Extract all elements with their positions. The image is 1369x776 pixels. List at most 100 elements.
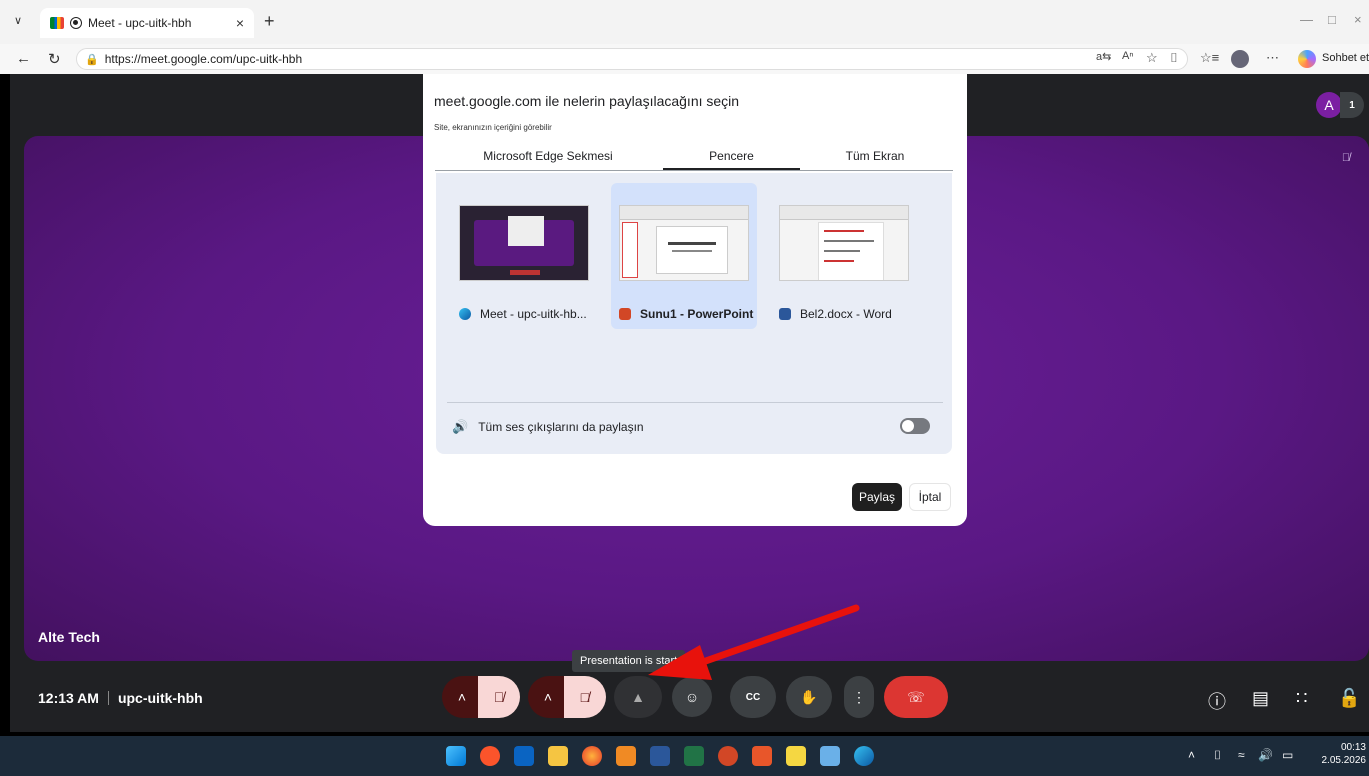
tab-entire-screen[interactable]: Tüm Ekran bbox=[815, 149, 935, 163]
meet-favicon-icon bbox=[50, 17, 64, 29]
profile-avatar-icon[interactable] bbox=[1231, 50, 1249, 68]
browser-tab-meet[interactable]: Meet - upc-uitk-hbh × bbox=[40, 8, 254, 38]
chat-icon[interactable]: ▤ bbox=[1252, 688, 1269, 709]
reactions-button[interactable]: ☺ bbox=[672, 677, 712, 717]
excel-icon[interactable] bbox=[684, 746, 704, 766]
more-vertical-icon: ⋮ bbox=[852, 688, 866, 705]
wifi-icon[interactable]: ≈ bbox=[1238, 748, 1245, 762]
back-icon[interactable]: ← bbox=[16, 50, 31, 67]
source-word-window[interactable]: Bel2.docx - Word bbox=[771, 183, 917, 329]
tray-mic-icon[interactable]: ⌷ bbox=[1214, 748, 1221, 763]
emoji-icon: ☺ bbox=[684, 689, 700, 705]
clock-time: 00:13 bbox=[1340, 742, 1366, 753]
hang-up-icon: ☏ bbox=[907, 688, 925, 705]
thumbnail-meet bbox=[459, 205, 589, 281]
more-options-icon[interactable]: ⋯ bbox=[1266, 50, 1279, 66]
activities-grid-icon[interactable]: ∷ bbox=[1296, 688, 1307, 709]
share-audio-label: Tüm ses çıkışlarını da paylaşın bbox=[478, 420, 644, 434]
source-meet-window[interactable]: Meet - upc-uitk-hb... bbox=[451, 183, 597, 329]
copilot-icon[interactable] bbox=[1298, 50, 1316, 68]
close-window-icon[interactable]: × bbox=[1354, 12, 1362, 27]
active-tab-indicator bbox=[663, 168, 800, 170]
reload-icon[interactable]: ↻ bbox=[48, 50, 61, 68]
tray-overflow-icon[interactable]: ˄ bbox=[1188, 748, 1195, 762]
tab-window[interactable]: Pencere bbox=[663, 149, 800, 163]
mic-options-button[interactable]: ˄ bbox=[442, 676, 482, 718]
browser-tab-bar: ∨ Meet - upc-uitk-hbh × + — □ × bbox=[0, 0, 1369, 44]
outlook-icon[interactable] bbox=[514, 746, 534, 766]
new-tab-icon[interactable]: + bbox=[264, 11, 275, 32]
url-field[interactable]: 🔒 https://meet.google.com/upc-uitk-hbh bbox=[76, 48, 1188, 70]
divider bbox=[107, 691, 109, 705]
copilot-chat-button[interactable]: Sohbet et bbox=[1322, 52, 1369, 64]
snipping-tool-icon[interactable] bbox=[820, 746, 840, 766]
participant-avatar[interactable]: A bbox=[1316, 92, 1342, 118]
camera-toggle-button[interactable]: □̸ bbox=[564, 676, 606, 718]
favorites-list-icon[interactable]: ☆≡ bbox=[1200, 50, 1219, 66]
chevron-up-icon: ˄ bbox=[543, 689, 553, 705]
mic-off-icon: 🎙̸ bbox=[493, 689, 505, 705]
battery-icon[interactable]: ▭ bbox=[1282, 748, 1293, 762]
source-label: Meet - upc-uitk-hb... bbox=[459, 307, 597, 321]
camera-off-icon: □̸ bbox=[580, 689, 590, 705]
chevron-up-icon: ˄ bbox=[457, 689, 467, 705]
leave-call-button[interactable]: ☏ bbox=[884, 676, 948, 718]
hand-icon: ✋ bbox=[800, 688, 818, 705]
taskbar-clock[interactable]: 00:13 2.05.2026 bbox=[1318, 741, 1367, 767]
translate-icon[interactable]: a⇆ bbox=[1096, 50, 1111, 63]
notepad-icon[interactable] bbox=[786, 746, 806, 766]
sources-panel: Meet - upc-uitk-hb... Sunu1 - PowerPoint bbox=[436, 173, 952, 454]
share-audio-row: 🔊 Tüm ses çıkışlarını da paylaşın bbox=[452, 419, 644, 435]
participant-name: Alte Tech bbox=[38, 629, 100, 645]
more-options-button[interactable]: ⋮ bbox=[844, 676, 874, 718]
tab-edge-tab[interactable]: Microsoft Edge Sekmesi bbox=[463, 149, 633, 163]
share-audio-toggle[interactable] bbox=[900, 418, 930, 434]
word-taskbar-icon[interactable] bbox=[650, 746, 670, 766]
close-tab-icon[interactable]: × bbox=[236, 15, 244, 31]
divider bbox=[447, 402, 943, 403]
firefox-icon[interactable] bbox=[582, 746, 602, 766]
favorite-star-icon[interactable]: ☆ bbox=[1146, 50, 1158, 66]
cancel-button[interactable]: İptal bbox=[909, 483, 951, 511]
lock-icon: 🔒 bbox=[85, 53, 99, 66]
present-tooltip: Presentation is start bbox=[572, 650, 686, 672]
url-text: https://meet.google.com/upc-uitk-hbh bbox=[104, 52, 303, 66]
edge-icon bbox=[459, 308, 471, 320]
captions-icon: CC bbox=[745, 691, 761, 703]
microphone-icon[interactable]: ⌷ bbox=[1170, 50, 1178, 66]
maximize-icon[interactable]: □ bbox=[1328, 12, 1336, 27]
volume-icon[interactable]: 🔊 bbox=[1258, 748, 1273, 762]
sublime-icon[interactable] bbox=[616, 746, 636, 766]
brave-icon[interactable] bbox=[480, 746, 500, 766]
meeting-time: 12:13 AM bbox=[38, 690, 99, 706]
meeting-details-icon[interactable]: ⓘ bbox=[1208, 688, 1226, 714]
dialog-title: meet.google.com ile nelerin paylaşılacağ… bbox=[434, 93, 740, 109]
dialog-subtitle: Site, ekranınızın içeriğini görebilir bbox=[434, 123, 552, 132]
thumbnail-word bbox=[779, 205, 909, 281]
mic-toggle-button[interactable]: 🎙̸ bbox=[478, 676, 520, 718]
screen: ∨ Meet - upc-uitk-hbh × + — □ × ← ↻ 🔒 ht… bbox=[0, 0, 1369, 776]
read-aloud-icon[interactable]: Aⁿ bbox=[1122, 50, 1133, 62]
camera-options-button[interactable]: ˄ bbox=[528, 676, 568, 718]
tab-list-chevron-icon[interactable]: ∨ bbox=[14, 14, 22, 27]
captions-button[interactable]: CC bbox=[730, 676, 776, 718]
source-title: Sunu1 - PowerPoint bbox=[640, 307, 754, 321]
file-explorer-icon[interactable] bbox=[548, 746, 568, 766]
tab-title: Meet - upc-uitk-hbh bbox=[88, 16, 192, 30]
source-powerpoint-window[interactable]: Sunu1 - PowerPoint bbox=[611, 183, 757, 329]
minimize-icon[interactable]: — bbox=[1300, 12, 1313, 27]
tab-divider bbox=[435, 170, 953, 171]
meeting-info: 12:13 AM upc-uitk-hbh bbox=[38, 690, 203, 706]
powerpoint-icon bbox=[619, 308, 631, 320]
raise-hand-button[interactable]: ✋ bbox=[786, 676, 832, 718]
source-label: Bel2.docx - Word bbox=[779, 307, 917, 321]
edge-taskbar-icon[interactable] bbox=[854, 746, 874, 766]
office-app-icon[interactable] bbox=[752, 746, 772, 766]
share-button[interactable]: Paylaş bbox=[852, 483, 902, 511]
source-title: Meet - upc-uitk-hb... bbox=[480, 307, 587, 321]
present-screen-button[interactable]: ▲ bbox=[614, 676, 662, 718]
host-controls-lock-icon[interactable]: 🔓 bbox=[1338, 688, 1360, 709]
word-icon bbox=[779, 308, 791, 320]
start-icon[interactable] bbox=[446, 746, 466, 766]
powerpoint-taskbar-icon[interactable] bbox=[718, 746, 738, 766]
